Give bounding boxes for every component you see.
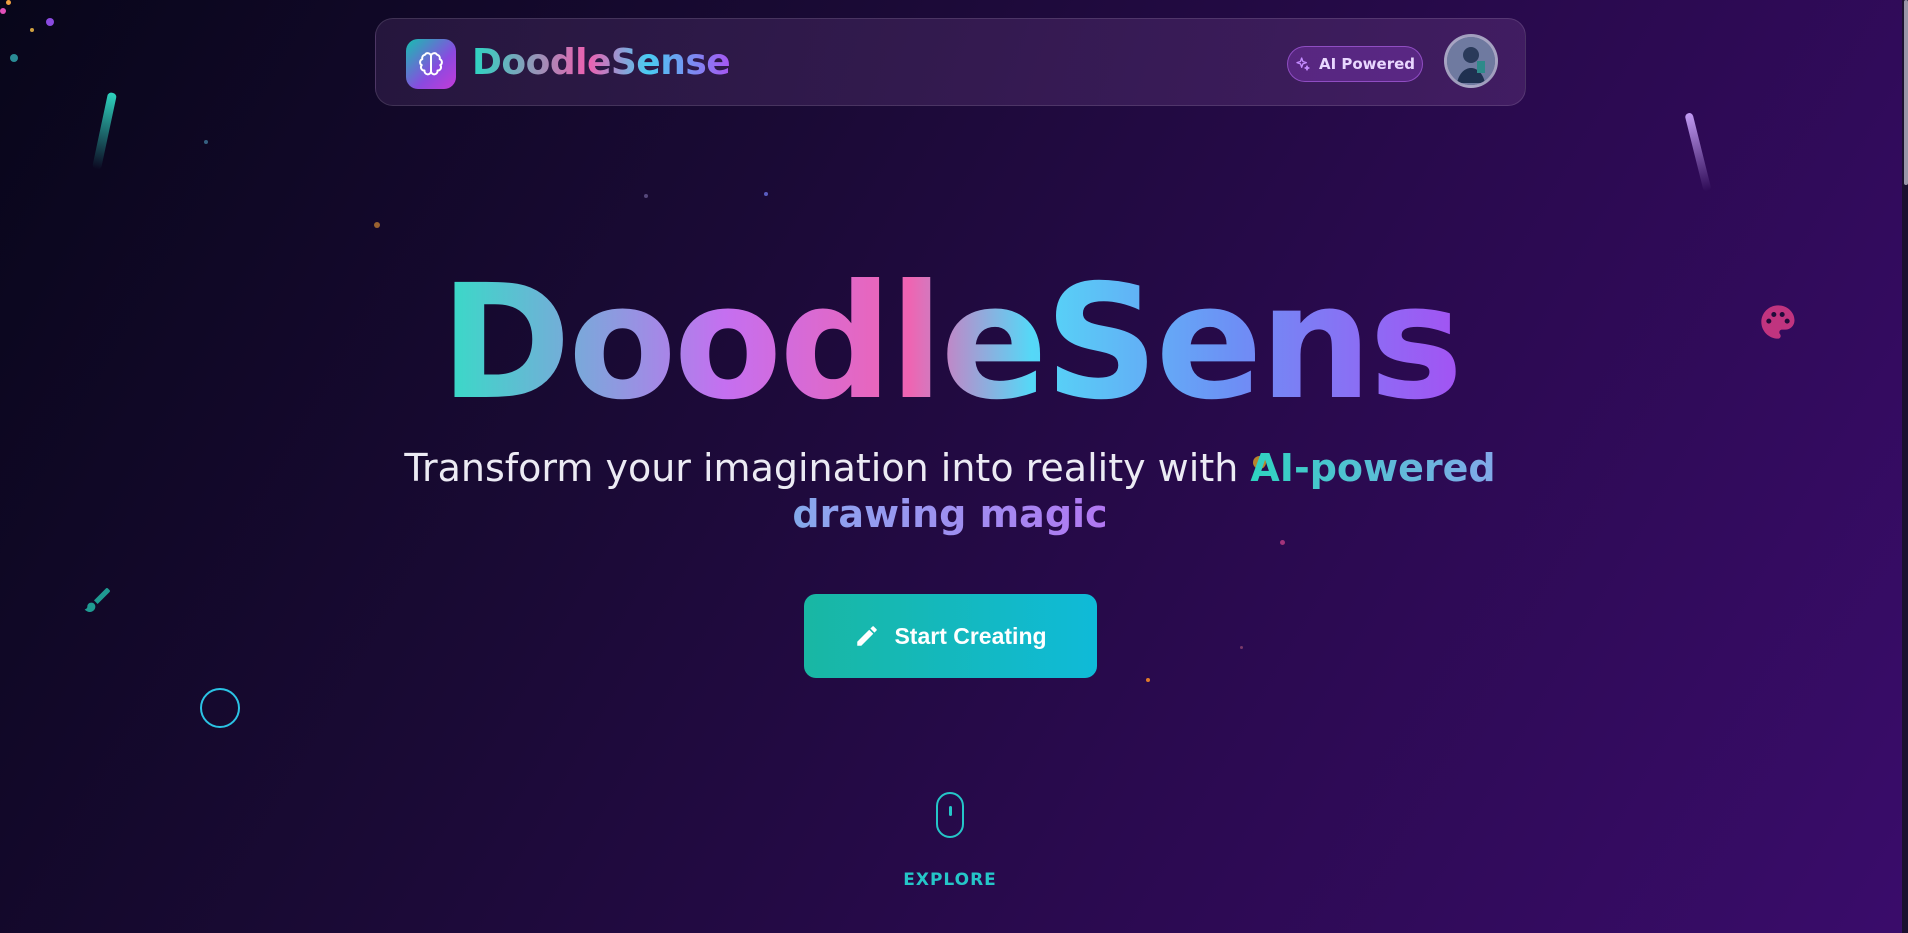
badge-label: AI Powered <box>1318 55 1416 73</box>
subtitle-text: Transform your imagination into reality … <box>404 446 1251 490</box>
decorative-dot <box>644 194 648 198</box>
decorative-dot <box>46 18 54 26</box>
circle-outline-icon <box>200 688 240 728</box>
ai-powered-badge: AI Powered <box>1287 46 1423 82</box>
decorative-dot <box>10 54 18 62</box>
brush-icon <box>82 584 114 616</box>
decorative-dot <box>764 192 768 196</box>
top-navigation-bar: DoodleSense AI Powered <box>375 18 1526 106</box>
decorative-dot <box>1146 678 1150 682</box>
brand-name[interactable]: DoodleSense <box>472 39 731 87</box>
decorative-dot <box>0 8 6 14</box>
page-scrollbar[interactable] <box>1902 0 1908 933</box>
decorative-dot <box>374 222 380 228</box>
logo[interactable] <box>406 39 456 89</box>
decorative-dot <box>1240 646 1243 649</box>
sparkle-icon <box>1296 57 1310 71</box>
start-creating-button[interactable]: Start Creating <box>804 594 1097 678</box>
decorative-stroke-purple <box>1684 112 1712 192</box>
user-avatar[interactable] <box>1444 34 1498 88</box>
palette-icon <box>1758 302 1798 342</box>
explore-label[interactable]: EXPLORE <box>880 870 1020 890</box>
decorative-dot <box>1280 540 1285 545</box>
scrollbar-thumb[interactable] <box>1904 0 1908 185</box>
brain-icon <box>419 52 443 76</box>
mouse-icon[interactable] <box>936 792 964 838</box>
decorative-dot <box>204 140 208 144</box>
mouse-wheel <box>949 806 952 816</box>
avatar-image <box>1447 37 1495 85</box>
decorative-dot <box>6 0 11 5</box>
cta-label: Start Creating <box>894 622 1047 649</box>
pencil-icon <box>857 626 878 646</box>
hero-subtitle: Transform your imagination into reality … <box>400 445 1500 537</box>
decorative-dot <box>30 28 34 32</box>
hero-title: DoodleSense <box>440 251 1567 435</box>
decorative-stroke-teal <box>91 91 118 171</box>
